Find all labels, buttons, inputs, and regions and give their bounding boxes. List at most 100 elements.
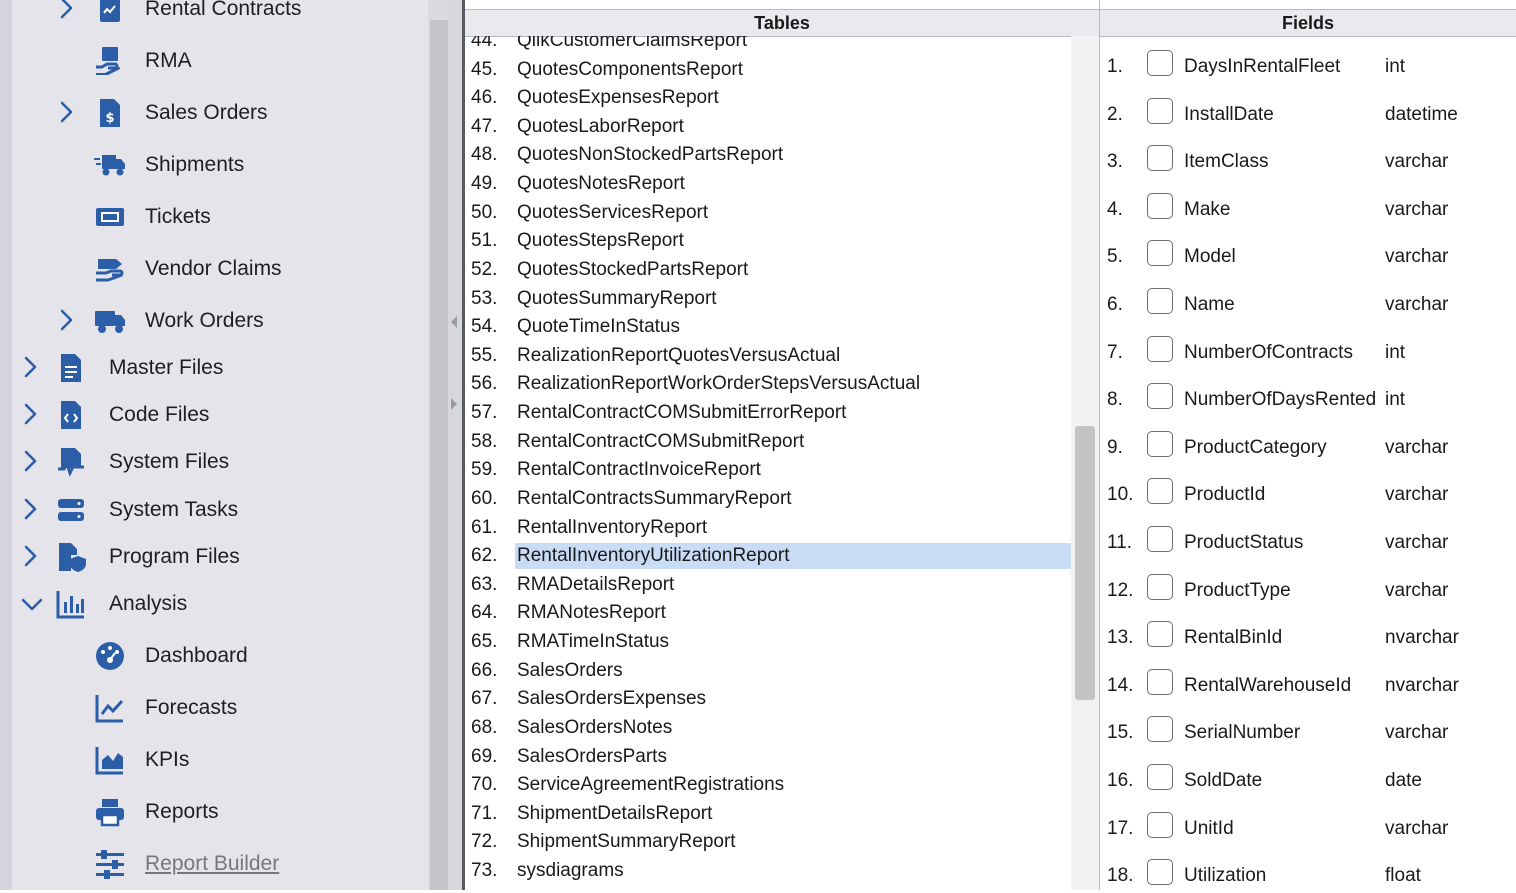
tables-scrollbar-thumb[interactable] xyxy=(1075,426,1095,700)
table-row[interactable]: 71. ShipmentDetailsReport xyxy=(465,800,1071,828)
sidebar-item-label: Reports xyxy=(145,800,219,823)
table-row[interactable]: 45. QuotesComponentsReport xyxy=(465,56,1071,84)
table-row[interactable]: 54. QuoteTimeInStatus xyxy=(465,313,1071,341)
row-number: 45. xyxy=(471,58,498,80)
table-row[interactable]: 69. SalesOrdersParts xyxy=(465,743,1071,771)
field-name: SoldDate xyxy=(1184,770,1263,791)
field-checkbox[interactable] xyxy=(1147,335,1173,362)
table-row[interactable]: 49. QuotesNotesReport xyxy=(465,170,1071,198)
table-row[interactable]: 56. RealizationReportWorkOrderStepsVersus… xyxy=(465,370,1071,398)
sidebar-item-rma[interactable]: RMA xyxy=(0,39,428,83)
field-checkbox[interactable] xyxy=(1147,668,1173,695)
field-checkbox[interactable] xyxy=(1147,383,1173,410)
table-row[interactable]: 60. RentalContractsSummaryReport xyxy=(465,485,1071,513)
field-checkbox[interactable] xyxy=(1147,50,1173,76)
table-row[interactable]: 64. RMANotesReport xyxy=(465,599,1071,627)
table-row[interactable]: 62. RentalInventoryUtilizationReport xyxy=(465,542,1071,570)
sidebar-item-tickets[interactable]: Tickets xyxy=(0,195,428,239)
chevron-down-icon[interactable] xyxy=(20,594,44,618)
field-number: 15. xyxy=(1107,722,1134,744)
table-row[interactable]: 65. RMATimeInStatus xyxy=(465,628,1071,656)
sidebar-item-master-files[interactable]: Master Files xyxy=(0,346,428,390)
table-row[interactable]: 44. QlikCustomerClaimsReport xyxy=(465,36,1071,55)
table-row[interactable]: 50. QuotesServicesReport xyxy=(465,199,1071,227)
sidebar-item-forecasts[interactable]: Forecasts xyxy=(0,686,428,730)
sidebar-item-kpis[interactable]: KPIs xyxy=(0,738,428,782)
field-checkbox[interactable] xyxy=(1147,288,1173,314)
field-checkbox[interactable] xyxy=(1147,716,1173,743)
field-checkbox[interactable] xyxy=(1147,145,1173,172)
chevron-right-icon[interactable] xyxy=(20,544,40,568)
row-number: 69. xyxy=(471,745,498,767)
row-number: 51. xyxy=(471,230,498,252)
field-checkbox[interactable] xyxy=(1147,859,1173,886)
field-checkbox[interactable] xyxy=(1147,811,1173,838)
sidebar-item-analysis[interactable]: Analysis xyxy=(0,582,428,626)
chevron-right-icon[interactable] xyxy=(20,497,40,521)
field-row: 5. Model varchar xyxy=(1100,234,1516,274)
chevron-right-icon[interactable] xyxy=(56,0,76,20)
sidebar-item-work-orders[interactable]: Work Orders xyxy=(0,299,428,343)
table-row[interactable]: 51. QuotesStepsReport xyxy=(465,227,1071,255)
table-row[interactable]: 48. QuotesNonStockedPartsReport xyxy=(465,141,1071,169)
table-row[interactable]: 67. SalesOrdersExpenses xyxy=(465,685,1071,713)
table-row[interactable]: 47. QuotesLaborReport xyxy=(465,113,1071,141)
table-row[interactable]: 66. SalesOrders xyxy=(465,657,1071,685)
table-row[interactable]: 63. RMADetailsReport xyxy=(465,571,1071,599)
sidebar-item-label: KPIs xyxy=(145,748,190,771)
sidebar-item-vendor-claims[interactable]: Vendor Claims xyxy=(0,247,428,291)
table-row[interactable]: 52. QuotesStockedPartsReport xyxy=(465,256,1071,284)
sidebar-item-label: Sales Orders xyxy=(145,101,268,124)
field-checkbox[interactable] xyxy=(1147,526,1173,552)
table-row[interactable]: 57. RentalContractCOMSubmitErrorReport xyxy=(465,399,1071,427)
truck-icon xyxy=(94,305,126,337)
field-row: 7. NumberOfContracts int xyxy=(1100,330,1516,370)
chevron-right-icon[interactable] xyxy=(56,308,76,332)
chevron-right-icon[interactable] xyxy=(56,100,76,124)
tables-scrollbar[interactable] xyxy=(1071,36,1099,890)
field-type: nvarchar xyxy=(1385,674,1459,696)
sidebar-item-rental-contracts[interactable]: Rental Contracts xyxy=(0,0,428,31)
panel-splitter[interactable] xyxy=(448,0,462,890)
field-checkbox[interactable] xyxy=(1147,240,1173,267)
sidebar-item-program-files[interactable]: Program Files xyxy=(0,535,428,579)
chevron-right-icon[interactable] xyxy=(20,449,40,473)
sidebar-item-shipments[interactable]: Shipments xyxy=(0,143,428,187)
table-row[interactable]: 61. RentalInventoryReport xyxy=(465,514,1071,542)
field-checkbox[interactable] xyxy=(1147,97,1173,124)
field-number: 14. xyxy=(1107,674,1134,696)
sidebar-item-dashboard[interactable]: Dashboard xyxy=(0,634,428,678)
expand-right-arrow-icon[interactable] xyxy=(451,398,457,410)
table-row[interactable]: 55. RealizationReportQuotesVersusActual xyxy=(465,342,1071,370)
field-checkbox[interactable] xyxy=(1147,573,1173,600)
table-name: QuotesStepsReport xyxy=(517,230,684,252)
sidebar-item-system-tasks[interactable]: System Tasks xyxy=(0,488,428,532)
field-checkbox[interactable] xyxy=(1147,764,1173,790)
table-name: ServiceAgreementRegistrations xyxy=(517,774,785,796)
chevron-right-icon[interactable] xyxy=(20,402,40,426)
field-checkbox[interactable] xyxy=(1147,621,1173,648)
field-checkbox[interactable] xyxy=(1147,192,1173,219)
sidebar-item-reports[interactable]: Reports xyxy=(0,790,428,834)
table-row[interactable]: 46. QuotesExpensesReport xyxy=(465,84,1071,112)
sidebar-item-sales-orders[interactable]: $ Sales Orders xyxy=(0,91,428,135)
table-row[interactable]: 70. ServiceAgreementRegistrations xyxy=(465,771,1071,799)
field-number: 17. xyxy=(1107,817,1134,839)
field-checkbox[interactable] xyxy=(1147,478,1173,505)
field-row: 4. Make varchar xyxy=(1100,187,1516,227)
sidebar-item-code-files[interactable]: Code Files xyxy=(0,393,428,437)
chevron-right-icon[interactable] xyxy=(20,355,40,379)
table-row[interactable]: 73. sysdiagrams xyxy=(465,857,1071,885)
table-row[interactable]: 68. SalesOrdersNotes xyxy=(465,714,1071,742)
table-row[interactable]: 59. RentalContractInvoiceReport xyxy=(465,456,1071,484)
field-checkbox[interactable] xyxy=(1147,430,1173,457)
table-row[interactable]: 58. RentalContractCOMSubmitReport xyxy=(465,428,1071,456)
field-row: 17. UnitId varchar xyxy=(1100,806,1516,846)
collapse-left-arrow-icon[interactable] xyxy=(451,316,457,328)
table-name: RentalContractsSummaryReport xyxy=(517,487,792,509)
row-number: 49. xyxy=(471,173,498,195)
table-row[interactable]: 53. QuotesSummaryReport xyxy=(465,285,1071,313)
sidebar-item-system-files[interactable]: System Files xyxy=(0,440,428,484)
table-row[interactable]: 72. ShipmentSummaryReport xyxy=(465,828,1071,856)
sidebar-item-report-builder[interactable]: Report Builder xyxy=(0,842,428,886)
